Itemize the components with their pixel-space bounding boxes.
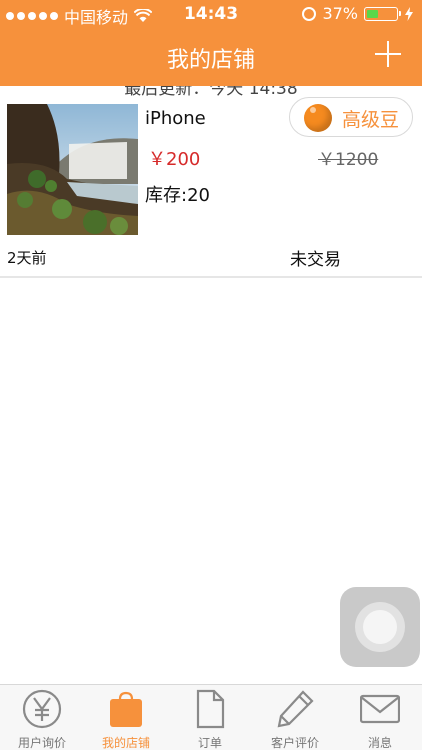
- battery-icon: [364, 6, 401, 21]
- posted-time: 2天前: [7, 249, 47, 267]
- product-name: iPhone: [145, 108, 206, 129]
- tab-reviews[interactable]: 客户评价: [253, 685, 337, 751]
- product-price: ￥200: [148, 149, 201, 170]
- add-item-button[interactable]: [374, 40, 402, 68]
- status-right: 37%: [302, 4, 414, 23]
- shopping-bag-icon: [110, 691, 142, 727]
- premium-bean-label: 高级豆: [342, 109, 400, 131]
- product-stock: 库存:20: [145, 185, 210, 206]
- card-divider: [0, 276, 422, 278]
- tab-my-shop[interactable]: 我的店铺: [84, 685, 168, 751]
- status-bar: 中国移动 14:43 37%: [0, 0, 422, 28]
- envelope-icon: [360, 694, 400, 724]
- original-price: ￥1200: [318, 150, 379, 170]
- tab-messages[interactable]: 消息: [338, 685, 422, 751]
- tab-label: 消息: [367, 736, 392, 750]
- tab-user-inquiry[interactable]: 用户询价: [0, 685, 84, 751]
- tab-label: 我的店铺: [101, 736, 150, 750]
- alarm-icon: [302, 6, 317, 21]
- app-header: 中国移动 14:43 37% 我的店铺: [0, 0, 422, 86]
- assistive-touch-core: [363, 610, 397, 644]
- pencil-icon: [277, 690, 314, 728]
- battery-percent: 37%: [322, 4, 358, 23]
- tab-bar: 用户询价 我的店铺 订单 客户评价 消息: [0, 684, 422, 750]
- assistive-touch-button[interactable]: [340, 587, 420, 667]
- trade-status: 未交易: [290, 250, 341, 270]
- page-title: 我的店铺: [166, 48, 255, 73]
- orange-bean-icon: [304, 104, 332, 132]
- charging-bolt-icon: [405, 6, 413, 21]
- product-thumbnail[interactable]: [7, 104, 138, 235]
- tab-label: 订单: [197, 736, 222, 750]
- tab-orders[interactable]: 订单: [168, 685, 252, 751]
- waterfall-photo: [7, 104, 138, 235]
- yen-circle-icon: [22, 689, 62, 729]
- premium-bean-button[interactable]: 高级豆: [289, 97, 413, 137]
- tab-label: 客户评价: [270, 736, 319, 750]
- document-icon: [196, 689, 225, 729]
- tab-label: 用户询价: [17, 736, 66, 750]
- product-card[interactable]: iPhone ￥200 库存:20 高级豆 ￥1200 2天前 未交易: [0, 97, 422, 278]
